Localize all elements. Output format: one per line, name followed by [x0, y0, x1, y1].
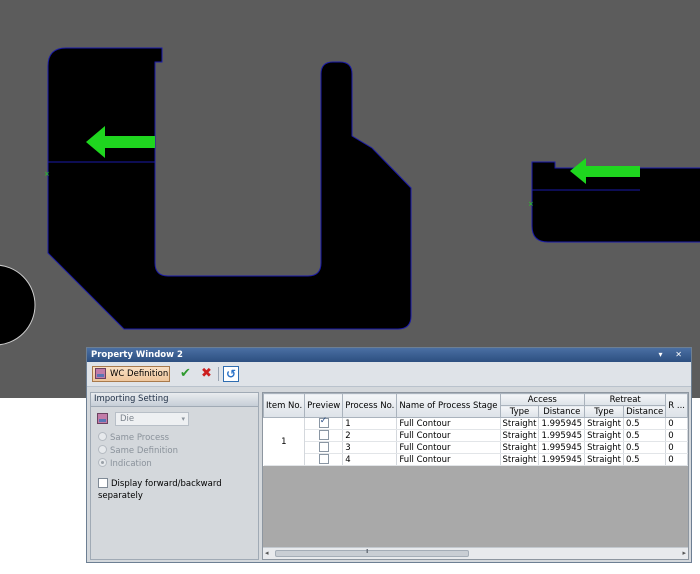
r-cell[interactable]: 0	[665, 417, 688, 430]
retreat-type-cell[interactable]: Straight	[584, 453, 625, 466]
die-select-value: Die	[120, 414, 135, 424]
radio-indication[interactable]: Indication	[98, 458, 152, 470]
stage-cell[interactable]: Full Contour	[396, 453, 501, 466]
col-item-no[interactable]: Item No.	[263, 393, 306, 418]
refresh-icon[interactable]: ↺	[223, 366, 239, 382]
process-no-cell[interactable]: 3	[342, 441, 398, 454]
access-distance-cell[interactable]: 1.995945	[538, 417, 586, 430]
preview-checkbox[interactable]	[318, 442, 329, 453]
r-cell[interactable]: 0	[665, 453, 688, 466]
preview-cell[interactable]	[304, 441, 344, 454]
access-type-cell[interactable]: Straight	[500, 417, 540, 430]
scroll-thumb[interactable]	[275, 549, 469, 557]
col-r[interactable]: R ...	[665, 393, 688, 418]
property-window: Property Window 2 ▾ ✕ WC Definition ✔ ✖ …	[86, 347, 692, 563]
table-row[interactable]: 3 Full Contour Straight 1.995945 Straigh…	[264, 441, 688, 454]
radio-label: Same Definition	[110, 446, 178, 456]
access-distance-cell[interactable]: 1.995945	[538, 441, 586, 454]
col-access-distance[interactable]: Distance	[538, 405, 586, 418]
cad-canvas[interactable]: × ×	[0, 0, 700, 398]
access-distance-cell[interactable]: 1.995945	[538, 429, 586, 442]
toolbar: WC Definition ✔ ✖ ↺	[87, 362, 691, 387]
display-separately-label: Display forward/backward separately	[98, 479, 222, 501]
process-no-cell[interactable]: 4	[342, 453, 398, 466]
chevron-down-icon: ▾	[181, 415, 185, 423]
wc-definition-icon	[95, 368, 106, 379]
importing-setting-panel: Importing Setting Die ▾ Same Process Sam…	[90, 392, 259, 560]
col-preview[interactable]: Preview	[304, 393, 344, 418]
col-process-no[interactable]: Process No.	[342, 393, 398, 418]
stage-cell[interactable]: Full Contour	[396, 429, 501, 442]
window-title: Property Window 2	[91, 350, 183, 360]
window-titlebar[interactable]: Property Window 2 ▾ ✕	[87, 348, 691, 362]
preview-cell[interactable]	[304, 453, 344, 466]
retreat-distance-cell[interactable]: 0.5	[623, 441, 667, 454]
window-controls[interactable]: ▾ ✕	[658, 348, 687, 362]
circle-part	[0, 264, 36, 346]
r-cell[interactable]: 0	[665, 429, 688, 442]
checkbox-icon	[98, 477, 108, 488]
col-retreat-distance[interactable]: Distance	[623, 405, 667, 418]
preview-checkbox[interactable]	[318, 454, 329, 465]
wc-definition-button[interactable]: WC Definition	[92, 366, 170, 382]
preview-checkbox[interactable]	[318, 430, 329, 441]
scroll-right-icon[interactable]: ▸	[682, 548, 686, 559]
toolbar-separator	[218, 367, 219, 381]
radio-same-definition[interactable]: Same Definition	[98, 445, 178, 457]
stage-cell[interactable]: Full Contour	[396, 441, 501, 454]
col-stage[interactable]: Name of Process Stage	[396, 393, 501, 418]
preview-cell[interactable]	[304, 429, 344, 442]
preview-checkbox-checked[interactable]	[318, 416, 329, 429]
r-cell[interactable]: 0	[665, 441, 688, 454]
cad-drawing: × ×	[0, 47, 700, 346]
table-row[interactable]: 1 1 Full Contour Straight 1.995945 Strai…	[263, 416, 688, 466]
preview-cell[interactable]	[304, 416, 344, 430]
radio-label: Same Process	[110, 433, 170, 443]
process-grid-panel: Item No. Preview Process No. Name of Pro…	[262, 392, 689, 560]
retreat-distance-cell[interactable]: 0.5	[623, 429, 667, 442]
radio-label: Indication	[110, 459, 152, 469]
radio-icon	[98, 432, 107, 441]
wc-definition-label: WC Definition	[110, 369, 169, 379]
item-no-cell[interactable]: 1	[263, 417, 306, 466]
table-row[interactable]: 4 Full Contour Straight 1.995945 Straigh…	[264, 453, 688, 466]
radio-selected-icon	[98, 458, 107, 467]
radio-icon	[98, 445, 107, 454]
die-select[interactable]: Die ▾	[115, 412, 189, 426]
start-marker: ×	[44, 170, 50, 178]
display-separately-checkbox[interactable]: Display forward/backward separately	[98, 477, 258, 501]
ok-check-icon[interactable]: ✔	[180, 365, 191, 382]
stage-cell[interactable]: Full Contour	[396, 417, 501, 430]
retreat-distance-cell[interactable]: 0.5	[623, 417, 667, 430]
col-access[interactable]: Access	[499, 393, 586, 406]
process-no-cell[interactable]: 2	[342, 429, 398, 442]
table-row[interactable]: 2 Full Contour Straight 1.995945 Straigh…	[264, 429, 688, 442]
process-no-cell[interactable]: 1	[342, 417, 398, 430]
importing-setting-header: Importing Setting	[91, 393, 258, 407]
retreat-type-cell[interactable]: Straight	[584, 417, 625, 430]
die-icon	[97, 413, 108, 424]
access-type-cell[interactable]: Straight	[500, 453, 540, 466]
col-retreat[interactable]: Retreat	[584, 393, 667, 406]
cancel-x-icon[interactable]: ✖	[201, 365, 212, 382]
process-table: Item No. Preview Process No. Name of Pro…	[263, 393, 688, 466]
col-retreat-type[interactable]: Type	[584, 405, 625, 418]
u-shaped-part	[47, 47, 412, 330]
right-start-marker: ×	[528, 200, 534, 208]
access-type-cell[interactable]: Straight	[500, 429, 540, 442]
access-type-cell[interactable]: Straight	[500, 441, 540, 454]
access-distance-cell[interactable]: 1.995945	[538, 453, 586, 466]
retreat-type-cell[interactable]: Straight	[584, 429, 625, 442]
col-access-type[interactable]: Type	[499, 405, 540, 418]
radio-same-process[interactable]: Same Process	[98, 432, 169, 444]
scroll-left-icon[interactable]: ◂	[265, 548, 269, 559]
retreat-type-cell[interactable]: Straight	[584, 441, 625, 454]
horizontal-scrollbar[interactable]: ◂ ▸	[263, 547, 688, 559]
retreat-distance-cell[interactable]: 0.5	[623, 453, 667, 466]
